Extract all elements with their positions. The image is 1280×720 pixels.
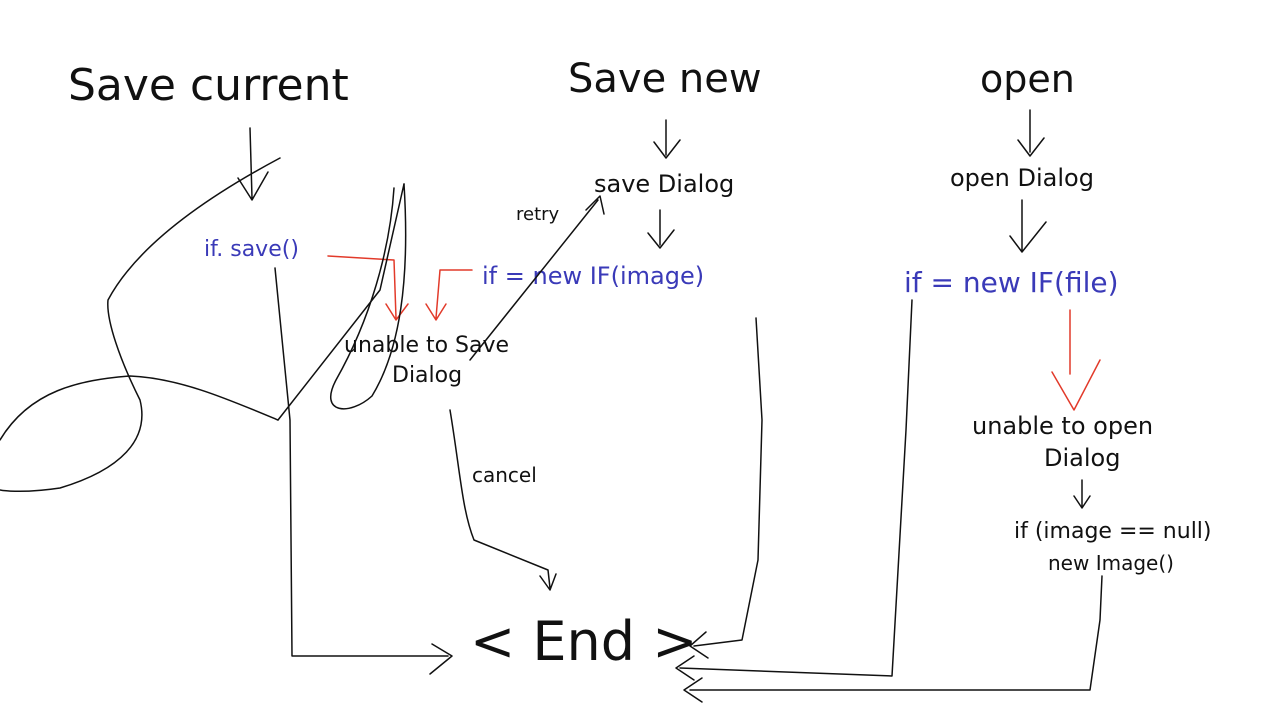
heading-save-new: Save new — [568, 56, 762, 102]
edge-cancel — [449, 409, 557, 591]
arrow-save-new-down — [653, 119, 681, 159]
node-open-dialog: open Dialog — [950, 164, 1094, 192]
arrow-open-down — [1017, 109, 1045, 157]
node-if-save: if. save() — [204, 237, 299, 262]
line-if-file-to-end — [675, 299, 913, 681]
edge-label-retry: retry — [516, 204, 560, 225]
scribble-loop — [0, 157, 281, 493]
node-end: < End > — [470, 610, 697, 673]
line-if-image-to-end — [689, 317, 763, 659]
flowchart-canvas: Save current Save new open save Dialog o… — [0, 56, 1212, 703]
node-if-new-image: if = new IF(image) — [482, 262, 704, 290]
error-arrow-new-image — [425, 269, 473, 321]
line-null-check-to-end — [683, 575, 1103, 703]
heading-open: open — [980, 57, 1075, 101]
arrow-save-current-down — [237, 127, 269, 201]
error-arrow-open — [1051, 309, 1101, 411]
node-unable-to-open-line1: unable to open — [972, 412, 1153, 440]
arrow-unable-to-open-down — [1073, 479, 1091, 509]
scribble-cross — [277, 183, 405, 421]
arrow-save-dialog-down — [647, 209, 675, 249]
node-if-new-file: if = new IF(file) — [904, 266, 1119, 299]
edge-label-cancel: cancel — [472, 463, 537, 487]
node-null-check-line1: if (image == null) — [1014, 519, 1212, 544]
node-save-dialog: save Dialog — [594, 170, 734, 198]
node-unable-to-open-line2: Dialog — [1044, 444, 1120, 472]
node-unable-to-save-line1: unable to Save — [344, 333, 509, 358]
node-unable-to-save-line2: Dialog — [392, 363, 462, 388]
heading-save-current: Save current — [68, 60, 349, 111]
node-null-check-line2: new Image() — [1048, 551, 1174, 575]
arrow-open-dialog-down — [1009, 199, 1047, 253]
line-if-save-to-end — [274, 267, 453, 675]
